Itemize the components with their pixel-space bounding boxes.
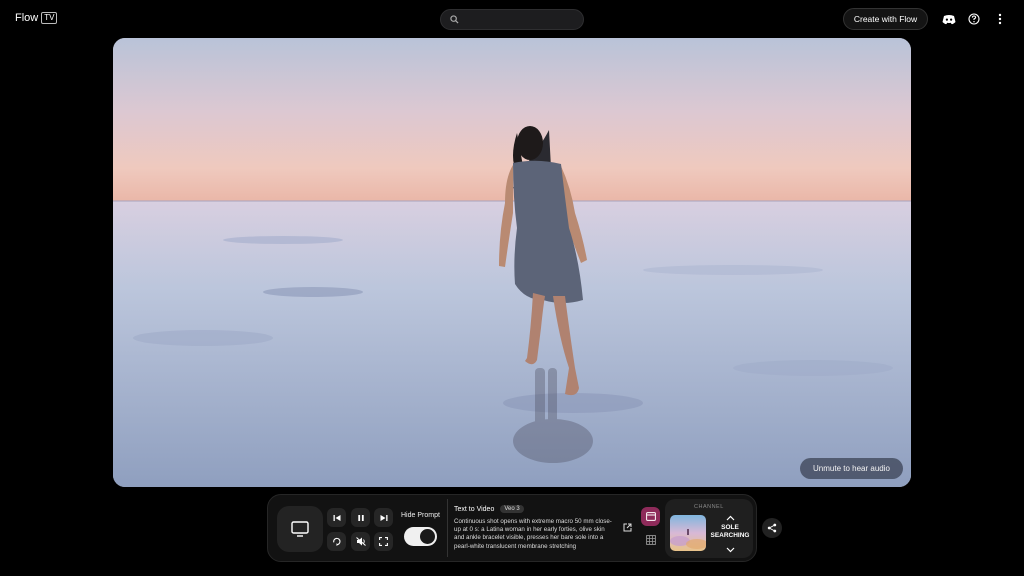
divider bbox=[447, 499, 448, 557]
hide-prompt-label: Hide Prompt bbox=[401, 512, 440, 519]
theater-view-button[interactable] bbox=[641, 507, 660, 526]
unmute-button[interactable]: Unmute to hear audio bbox=[800, 458, 903, 479]
previous-button[interactable] bbox=[327, 508, 346, 527]
search-icon bbox=[450, 11, 459, 29]
mute-icon bbox=[355, 537, 366, 546]
help-icon[interactable] bbox=[966, 11, 982, 27]
prompt-text: Continuous shot opens with extreme macro… bbox=[454, 518, 612, 550]
hide-prompt-toggle[interactable] bbox=[404, 527, 437, 546]
flow-tv-logo[interactable]: Flow TV bbox=[15, 12, 58, 24]
share-button[interactable] bbox=[762, 518, 782, 538]
skip-next-icon bbox=[380, 514, 387, 521]
toggle-knob bbox=[420, 529, 435, 544]
theater-icon bbox=[645, 512, 656, 521]
open-external-button[interactable] bbox=[618, 518, 637, 537]
create-with-flow-button[interactable]: Create with Flow bbox=[843, 8, 928, 30]
chevron-up-icon bbox=[726, 515, 735, 520]
fullscreen-button[interactable] bbox=[374, 532, 393, 551]
grid-icon bbox=[645, 534, 656, 545]
open-external-icon bbox=[623, 523, 632, 532]
search-input[interactable] bbox=[465, 14, 575, 25]
search-box[interactable] bbox=[440, 9, 584, 30]
channel-down-button[interactable] bbox=[721, 540, 740, 559]
prompt-mode: Text to Video bbox=[454, 505, 495, 513]
tv-icon bbox=[291, 521, 309, 537]
channel-name: SOLE SEARCHING bbox=[710, 524, 750, 539]
next-button[interactable] bbox=[374, 508, 393, 527]
video-player[interactable]: Unmute to hear audio bbox=[113, 38, 911, 487]
channel-label: CHANNEL bbox=[694, 504, 724, 510]
video-frame bbox=[113, 38, 911, 487]
mute-button[interactable] bbox=[351, 532, 370, 551]
channel-thumbnail[interactable] bbox=[670, 515, 706, 551]
loop-icon bbox=[333, 537, 341, 546]
tv-mode-button[interactable] bbox=[277, 506, 323, 552]
logo-text: Flow bbox=[15, 12, 39, 24]
more-vert-icon[interactable] bbox=[992, 11, 1008, 27]
fullscreen-icon bbox=[379, 537, 388, 546]
discord-icon[interactable] bbox=[941, 11, 957, 27]
pause-button[interactable] bbox=[351, 508, 370, 527]
skip-previous-icon bbox=[333, 514, 340, 521]
grid-view-button[interactable] bbox=[641, 530, 660, 549]
prompt-header: Text to Video Veo 3 bbox=[454, 505, 524, 513]
loop-button[interactable] bbox=[327, 532, 346, 551]
model-badge: Veo 3 bbox=[500, 505, 524, 513]
share-icon bbox=[767, 523, 777, 533]
chevron-down-icon bbox=[726, 547, 735, 552]
logo-badge: TV bbox=[41, 12, 58, 24]
pause-icon bbox=[357, 514, 364, 521]
